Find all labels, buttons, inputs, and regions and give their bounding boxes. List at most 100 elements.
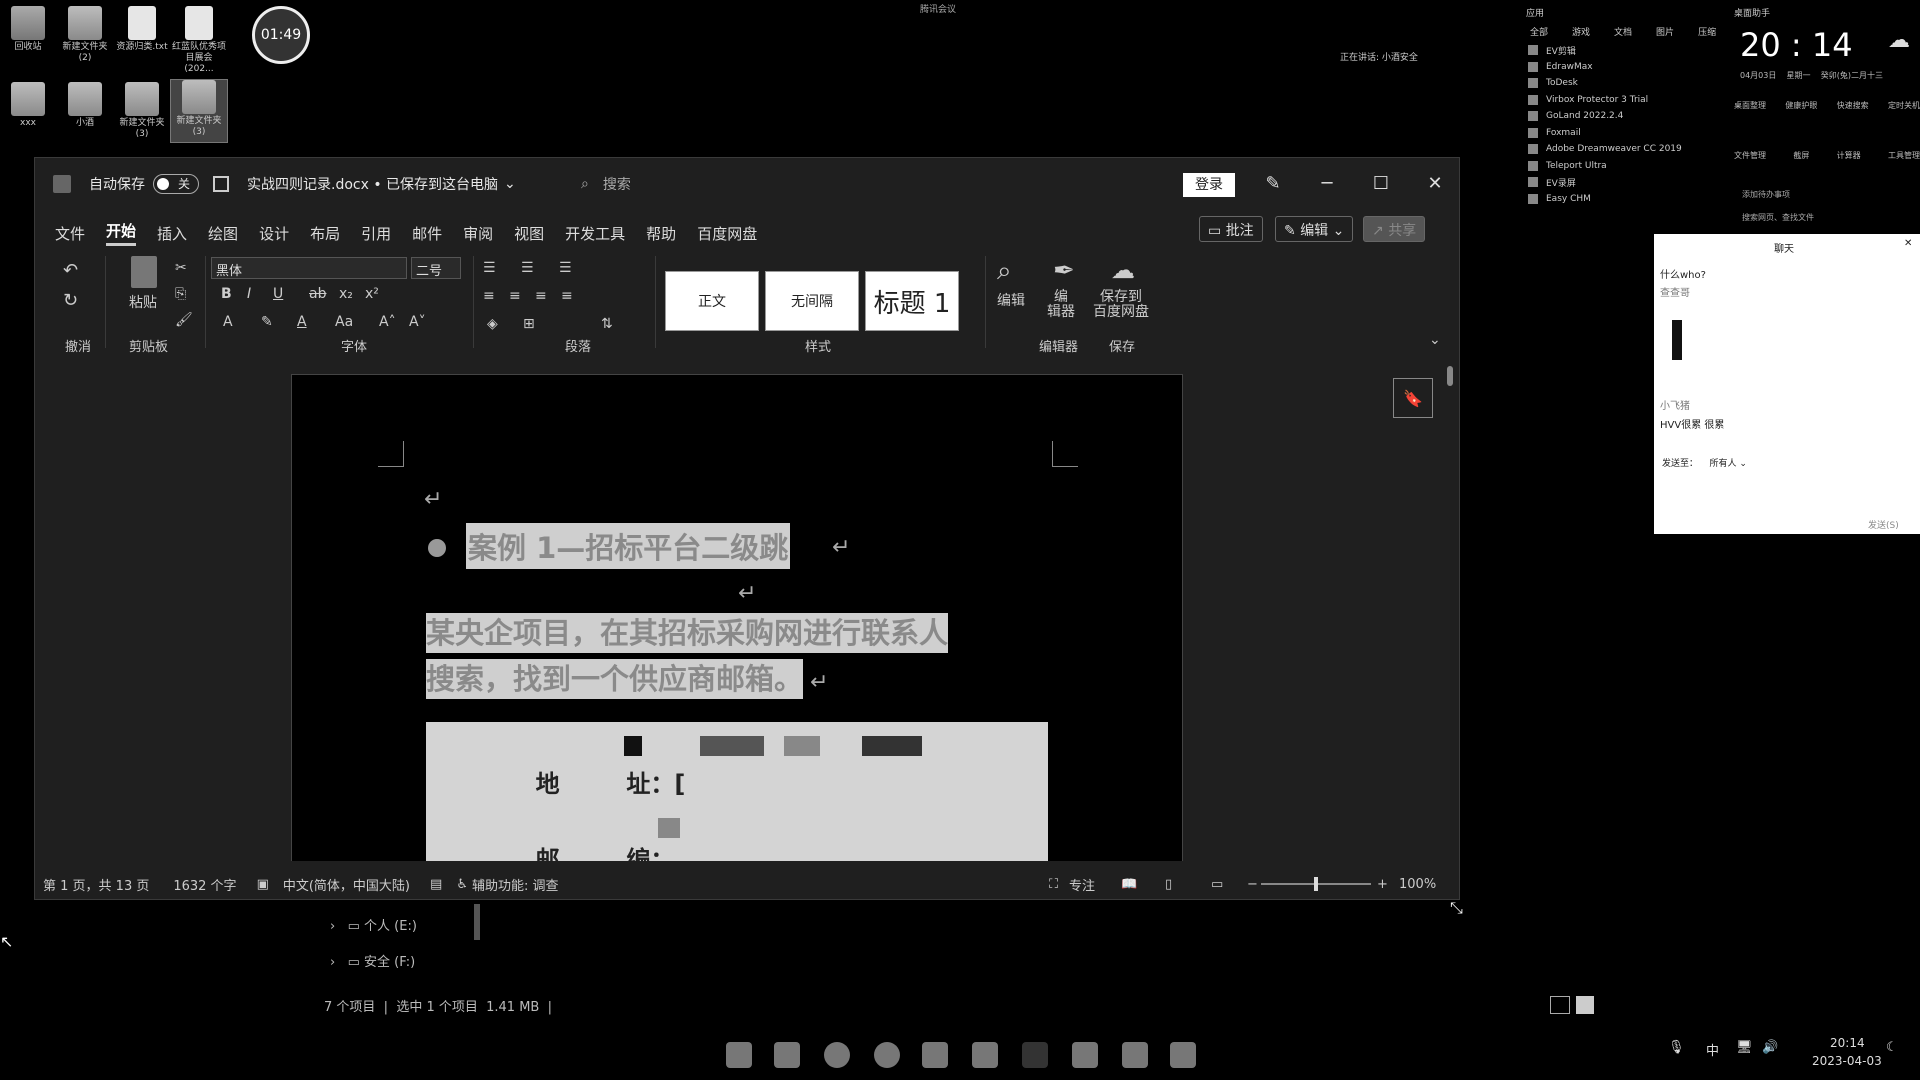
zoom-slider-thumb[interactable]	[1314, 877, 1318, 891]
send-to-select[interactable]: 所有人	[1709, 459, 1736, 469]
bullets-icon[interactable]: ☰	[483, 260, 496, 276]
app-item[interactable]: EV剪辑	[1520, 42, 1726, 59]
heading-text[interactable]: 案例 1—招标平台二级跳	[466, 523, 791, 569]
text-effects-icon[interactable]: A	[223, 314, 233, 330]
resize-handle-icon[interactable]: ⤡	[1450, 898, 1463, 918]
file-explorer-icon[interactable]	[774, 1042, 800, 1068]
close-icon[interactable]: ✕	[1423, 172, 1447, 196]
paste-icon[interactable]	[131, 256, 157, 288]
tab-help[interactable]: 帮助	[646, 223, 676, 244]
cut-icon[interactable]: ✂	[175, 260, 187, 276]
underline-icon[interactable]: U	[273, 286, 283, 302]
photos-icon[interactable]	[1072, 1042, 1098, 1068]
justify-icon[interactable]: ≡	[561, 288, 573, 304]
edit-label[interactable]: 编辑	[997, 290, 1025, 310]
pen-icon[interactable]: ✎	[1261, 172, 1285, 196]
body-paragraph[interactable]: 某央企项目，在其招标采购网进行联系人 搜索，找到一个供应商邮箱。 ↵	[426, 610, 1046, 706]
accessibility-status[interactable]: 辅助功能: 调查	[472, 875, 559, 894]
desktop-icon-folder3[interactable]: 新建文件夹 (3)	[114, 82, 170, 140]
tool-item[interactable]: 健康护眼	[1785, 100, 1817, 111]
network-icon[interactable]: 🖥	[1736, 1040, 1753, 1055]
desktop-icon-doc[interactable]: 红蓝队优秀项目展会(202...	[171, 6, 227, 75]
predictions-icon[interactable]: ▤	[430, 877, 442, 892]
zoom-in-icon[interactable]: +	[1377, 877, 1388, 892]
save-icon[interactable]	[213, 176, 229, 192]
zoom-out-icon[interactable]: −	[1247, 877, 1258, 892]
style-heading-1[interactable]: 标题 1	[865, 271, 959, 331]
desktop-icon-xxx[interactable]: xxx	[0, 82, 56, 129]
desktop-icon-xiaojiu[interactable]: 小酒	[57, 82, 113, 129]
change-case-icon[interactable]: Aa	[335, 314, 353, 330]
baidu-cloud-icon[interactable]: ☁	[1111, 256, 1135, 284]
shading-icon[interactable]: ◈	[487, 316, 498, 332]
scrollbar-thumb[interactable]	[1447, 366, 1453, 386]
word-taskbar-icon[interactable]	[1170, 1042, 1196, 1068]
large-icons-view-icon[interactable]	[1576, 996, 1594, 1014]
autosave-toggle[interactable]: 关	[153, 174, 199, 194]
paste-label[interactable]: 粘贴	[129, 292, 157, 312]
tab-home[interactable]: 开始	[106, 220, 137, 246]
chrome-icon[interactable]	[874, 1042, 900, 1068]
app-icon[interactable]	[922, 1042, 948, 1068]
apps-tab[interactable]: 全部	[1530, 25, 1548, 38]
tab-references[interactable]: 引用	[361, 223, 391, 244]
tab-layout[interactable]: 布局	[310, 223, 340, 244]
share-button[interactable]: ↗ 共享	[1363, 216, 1426, 242]
style-no-spacing[interactable]: 无间隔	[765, 271, 859, 331]
align-center-icon[interactable]: ≡	[509, 288, 521, 304]
web-layout-icon[interactable]: ▭	[1211, 877, 1223, 892]
print-layout-icon[interactable]: ▯	[1165, 877, 1172, 892]
focus-label[interactable]: 专注	[1069, 875, 1095, 894]
tool-item[interactable]: 快速搜索	[1837, 100, 1869, 111]
highlight-icon[interactable]: ✎	[261, 314, 273, 330]
desktop-icon-folder3-selected[interactable]: 新建文件夹 (3)	[170, 79, 228, 143]
save-baidu-label[interactable]: 保存到 百度网盘	[1093, 290, 1149, 320]
start-icon[interactable]	[726, 1042, 752, 1068]
font-name-select[interactable]: 黑体	[211, 257, 407, 279]
subscript-icon[interactable]: x₂	[339, 286, 353, 302]
tray-ime[interactable]: 中	[1706, 1040, 1719, 1059]
app-item[interactable]: Easy CHM	[1520, 191, 1726, 208]
editor-label[interactable]: 编 辑器	[1047, 290, 1075, 320]
zoom-slider[interactable]	[1261, 877, 1371, 891]
align-right-icon[interactable]: ≡	[535, 288, 547, 304]
app-item[interactable]: Teleport Ultra	[1520, 158, 1726, 175]
edge-icon[interactable]	[824, 1042, 850, 1068]
read-mode-icon[interactable]: 📖	[1121, 877, 1137, 892]
strikethrough-icon[interactable]: ab	[309, 286, 326, 302]
apps-tab[interactable]: 图片	[1656, 25, 1674, 38]
superscript-icon[interactable]: x²	[365, 286, 379, 302]
edit-mode-button[interactable]: ✎ 编辑 ⌄	[1275, 216, 1354, 242]
chat-close-icon[interactable]: ✕	[1904, 238, 1912, 249]
document-page[interactable]: ↵ 案例 1—招标平台二级跳 ↵ ↵ 某央企项目，在其招标采购网进行联系人 搜索…	[291, 374, 1183, 861]
undo-icon[interactable]: ↶	[63, 260, 78, 281]
chat-image-thumbnail[interactable]	[1672, 320, 1682, 360]
find-icon[interactable]: ⌕	[997, 256, 1012, 287]
tab-file[interactable]: 文件	[55, 223, 85, 244]
desktop-icon-folder[interactable]: 新建文件夹 (2)	[57, 6, 113, 64]
redo-icon[interactable]: ↻	[63, 290, 78, 311]
italic-icon[interactable]: I	[247, 286, 251, 302]
align-left-icon[interactable]: ≡	[483, 288, 495, 304]
document-title[interactable]: 实战四则记录.docx • 已保存到这台电脑	[247, 174, 498, 194]
tab-design[interactable]: 设计	[259, 223, 289, 244]
proofing-icon[interactable]: ▣	[257, 877, 269, 892]
tab-view[interactable]: 视图	[514, 223, 544, 244]
multilevel-icon[interactable]: ☰	[559, 260, 572, 276]
zoom-level[interactable]: 100%	[1399, 877, 1436, 892]
tool-item[interactable]: 截屏	[1793, 150, 1809, 161]
shrink-font-icon[interactable]: A˅	[409, 314, 426, 330]
contact-info-box[interactable]: 地 址：[ 邮 编：	[426, 722, 1048, 861]
login-button[interactable]: 登录	[1183, 173, 1235, 197]
chevron-down-icon[interactable]: ⌄	[504, 176, 516, 192]
format-painter-icon[interactable]: 🖌	[175, 312, 193, 328]
editor-icon[interactable]: ✒	[1053, 256, 1075, 286]
tool-item[interactable]: 定时关机	[1888, 100, 1920, 111]
minimize-icon[interactable]: ─	[1315, 172, 1339, 196]
chat-send-button[interactable]: 发送(S)	[1868, 518, 1899, 531]
weather-icon[interactable]: ☁	[1888, 28, 1910, 53]
app-item[interactable]: Virbox Protector 3 Trial	[1520, 92, 1726, 109]
widget-search[interactable]: 搜索网页、查找文件	[1742, 212, 1814, 223]
app-item[interactable]: Adobe Dreamweaver CC 2019	[1520, 141, 1726, 158]
meeting-indicator[interactable]: 腾讯会议	[920, 2, 956, 15]
